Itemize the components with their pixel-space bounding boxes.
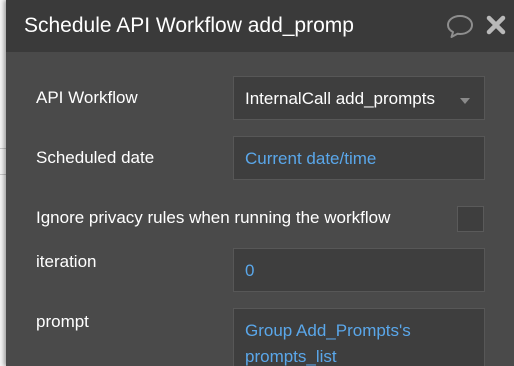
property-editor-panel: Schedule API Workflow add_prompts API Wo… bbox=[6, 0, 514, 366]
close-icon[interactable] bbox=[485, 14, 507, 36]
api-workflow-value: InternalCall add_prompts bbox=[245, 89, 435, 108]
prompt-value: Group Add_Prompts's prompts_list bbox=[245, 321, 411, 366]
ignore-privacy-checkbox[interactable] bbox=[457, 206, 484, 232]
prompt-field[interactable]: Group Add_Prompts's prompts_list bbox=[233, 308, 485, 366]
api-workflow-label: API Workflow bbox=[36, 88, 138, 107]
iteration-value: 0 bbox=[245, 261, 255, 280]
prompt-label: prompt bbox=[36, 312, 89, 331]
panel-header: Schedule API Workflow add_prompts bbox=[6, 0, 514, 52]
ignore-privacy-label: Ignore privacy rules when running the wo… bbox=[36, 208, 391, 227]
iteration-field[interactable]: 0 bbox=[233, 248, 485, 292]
scheduled-date-field[interactable]: Current date/time bbox=[233, 136, 485, 180]
scheduled-date-label: Scheduled date bbox=[36, 148, 155, 167]
api-workflow-dropdown[interactable]: InternalCall add_prompts bbox=[233, 76, 485, 120]
panel-title: Schedule API Workflow add_prompts bbox=[24, 14, 354, 37]
chevron-down-icon bbox=[460, 98, 470, 104]
iteration-label: iteration bbox=[36, 252, 97, 271]
comment-icon[interactable] bbox=[446, 13, 474, 39]
scheduled-date-value: Current date/time bbox=[245, 149, 377, 168]
